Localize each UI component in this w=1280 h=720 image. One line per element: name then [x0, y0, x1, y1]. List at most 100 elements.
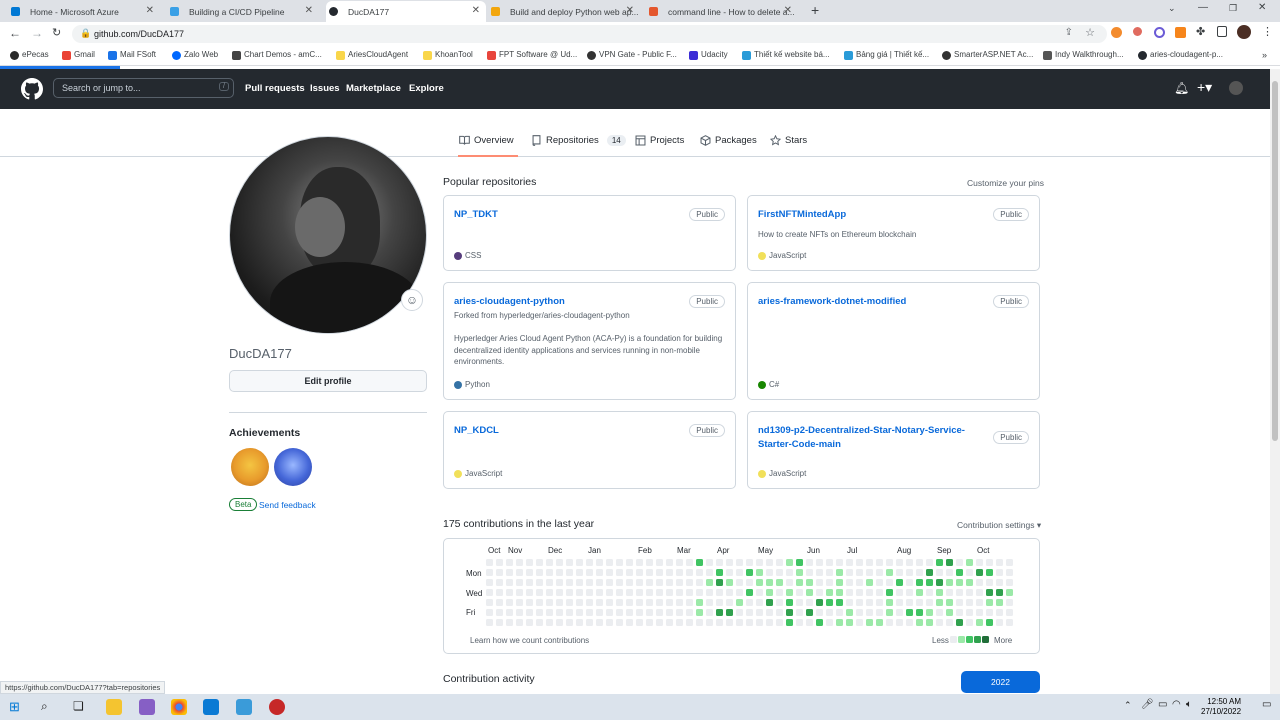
contribution-day-cell[interactable]	[936, 569, 943, 576]
contribution-day-cell[interactable]	[926, 569, 933, 576]
vscode-icon[interactable]	[203, 699, 219, 715]
contribution-day-cell[interactable]	[996, 599, 1003, 606]
contribution-day-cell[interactable]	[806, 619, 813, 626]
contribution-day-cell[interactable]	[1006, 609, 1013, 616]
contribution-day-cell[interactable]	[1006, 579, 1013, 586]
contribution-day-cell[interactable]	[516, 589, 523, 596]
contribution-day-cell[interactable]	[986, 599, 993, 606]
contribution-day-cell[interactable]	[936, 579, 943, 586]
contribution-day-cell[interactable]	[616, 569, 623, 576]
contribution-day-cell[interactable]	[536, 609, 543, 616]
contribution-day-cell[interactable]	[506, 569, 513, 576]
contribution-day-cell[interactable]	[896, 609, 903, 616]
contribution-day-cell[interactable]	[536, 569, 543, 576]
contribution-day-cell[interactable]	[986, 569, 993, 576]
contribution-day-cell[interactable]	[776, 609, 783, 616]
contribution-day-cell[interactable]	[656, 609, 663, 616]
contribution-day-cell[interactable]	[606, 599, 613, 606]
extension-icon[interactable]	[1133, 27, 1142, 36]
contribution-day-cell[interactable]	[836, 619, 843, 626]
contribution-day-cell[interactable]	[516, 559, 523, 566]
contribution-day-cell[interactable]	[686, 609, 693, 616]
contribution-day-cell[interactable]	[666, 559, 673, 566]
contribution-day-cell[interactable]	[856, 569, 863, 576]
contribution-day-cell[interactable]	[916, 579, 923, 586]
back-button[interactable]: ←	[9, 26, 21, 40]
contribution-day-cell[interactable]	[556, 589, 563, 596]
contribution-day-cell[interactable]	[546, 589, 553, 596]
contribution-day-cell[interactable]	[666, 619, 673, 626]
share-icon[interactable]: ⇪	[1065, 27, 1073, 38]
contribution-day-cell[interactable]	[606, 579, 613, 586]
contribution-day-cell[interactable]	[636, 599, 643, 606]
scrollbar-thumb[interactable]	[1272, 81, 1278, 441]
notifications-bell-icon[interactable]: 🔔︎	[1174, 81, 1189, 95]
customize-pins-link[interactable]: Customize your pins	[967, 178, 1044, 188]
contribution-day-cell[interactable]	[896, 619, 903, 626]
contribution-day-cell[interactable]	[766, 609, 773, 616]
contribution-day-cell[interactable]	[936, 619, 943, 626]
contribution-day-cell[interactable]	[686, 559, 693, 566]
notification-center-icon[interactable]: ▭	[1262, 699, 1271, 710]
contribution-day-cell[interactable]	[946, 569, 953, 576]
contribution-day-cell[interactable]	[996, 589, 1003, 596]
contribution-day-cell[interactable]	[826, 579, 833, 586]
contribution-day-cell[interactable]	[926, 599, 933, 606]
contribution-day-cell[interactable]	[776, 619, 783, 626]
contribution-day-cell[interactable]	[696, 599, 703, 606]
contribution-day-cell[interactable]	[686, 599, 693, 606]
contribution-day-cell[interactable]	[706, 619, 713, 626]
contribution-day-cell[interactable]	[676, 599, 683, 606]
tray-overflow-icon[interactable]: ⌃	[1124, 700, 1132, 711]
contribution-day-cell[interactable]	[646, 609, 653, 616]
contribution-day-cell[interactable]	[726, 599, 733, 606]
contribution-day-cell[interactable]	[706, 599, 713, 606]
browser-tab-github[interactable]: DucDA177 ✕	[326, 1, 486, 22]
app-icon[interactable]	[269, 699, 285, 715]
wifi-icon[interactable]: ◠	[1172, 699, 1181, 710]
contribution-day-cell[interactable]	[696, 559, 703, 566]
contribution-day-cell[interactable]	[976, 609, 983, 616]
contribution-day-cell[interactable]	[996, 579, 1003, 586]
contribution-day-cell[interactable]	[926, 619, 933, 626]
contribution-day-cell[interactable]	[736, 569, 743, 576]
contribution-day-cell[interactable]	[956, 589, 963, 596]
contribution-day-cell[interactable]	[836, 569, 843, 576]
contribution-day-cell[interactable]	[546, 559, 553, 566]
contribution-day-cell[interactable]	[586, 569, 593, 576]
contribution-day-cell[interactable]	[876, 589, 883, 596]
contribution-day-cell[interactable]	[606, 609, 613, 616]
contribution-day-cell[interactable]	[956, 619, 963, 626]
contribution-day-cell[interactable]	[586, 619, 593, 626]
contribution-day-cell[interactable]	[946, 609, 953, 616]
contribution-day-cell[interactable]	[666, 579, 673, 586]
contribution-day-cell[interactable]	[856, 589, 863, 596]
contribution-day-cell[interactable]	[606, 619, 613, 626]
contribution-day-cell[interactable]	[676, 579, 683, 586]
contribution-day-cell[interactable]	[876, 569, 883, 576]
contribution-day-cell[interactable]	[686, 589, 693, 596]
contribution-day-cell[interactable]	[586, 599, 593, 606]
network-icon[interactable]: ▭	[1158, 699, 1167, 710]
close-tab-icon[interactable]: ✕	[146, 5, 154, 16]
contribution-day-cell[interactable]	[676, 609, 683, 616]
contribution-day-cell[interactable]	[496, 579, 503, 586]
contribution-day-cell[interactable]	[556, 619, 563, 626]
contribution-day-cell[interactable]	[736, 589, 743, 596]
contribution-day-cell[interactable]	[636, 579, 643, 586]
bookmark-item[interactable]: Mail FSoft	[108, 50, 156, 60]
bookmarks-overflow-icon[interactable]: »	[1262, 50, 1267, 60]
tab-overview[interactable]: Overview	[459, 135, 514, 146]
tab-search-icon[interactable]: ⌄	[1168, 3, 1176, 14]
contribution-day-cell[interactable]	[986, 579, 993, 586]
browser-tab-command-line[interactable]: command line - How to delete a... ✕	[646, 1, 798, 22]
contribution-day-cell[interactable]	[526, 589, 533, 596]
contribution-day-cell[interactable]	[726, 619, 733, 626]
create-new-icon[interactable]: +▾	[1197, 79, 1212, 96]
contribution-day-cell[interactable]	[726, 569, 733, 576]
contribution-day-cell[interactable]	[496, 609, 503, 616]
contribution-day-cell[interactable]	[636, 609, 643, 616]
contribution-day-cell[interactable]	[976, 619, 983, 626]
bookmark-item[interactable]: KhoanTool	[423, 50, 473, 60]
bookmark-item[interactable]: FPT Software @ Ud...	[487, 50, 577, 60]
